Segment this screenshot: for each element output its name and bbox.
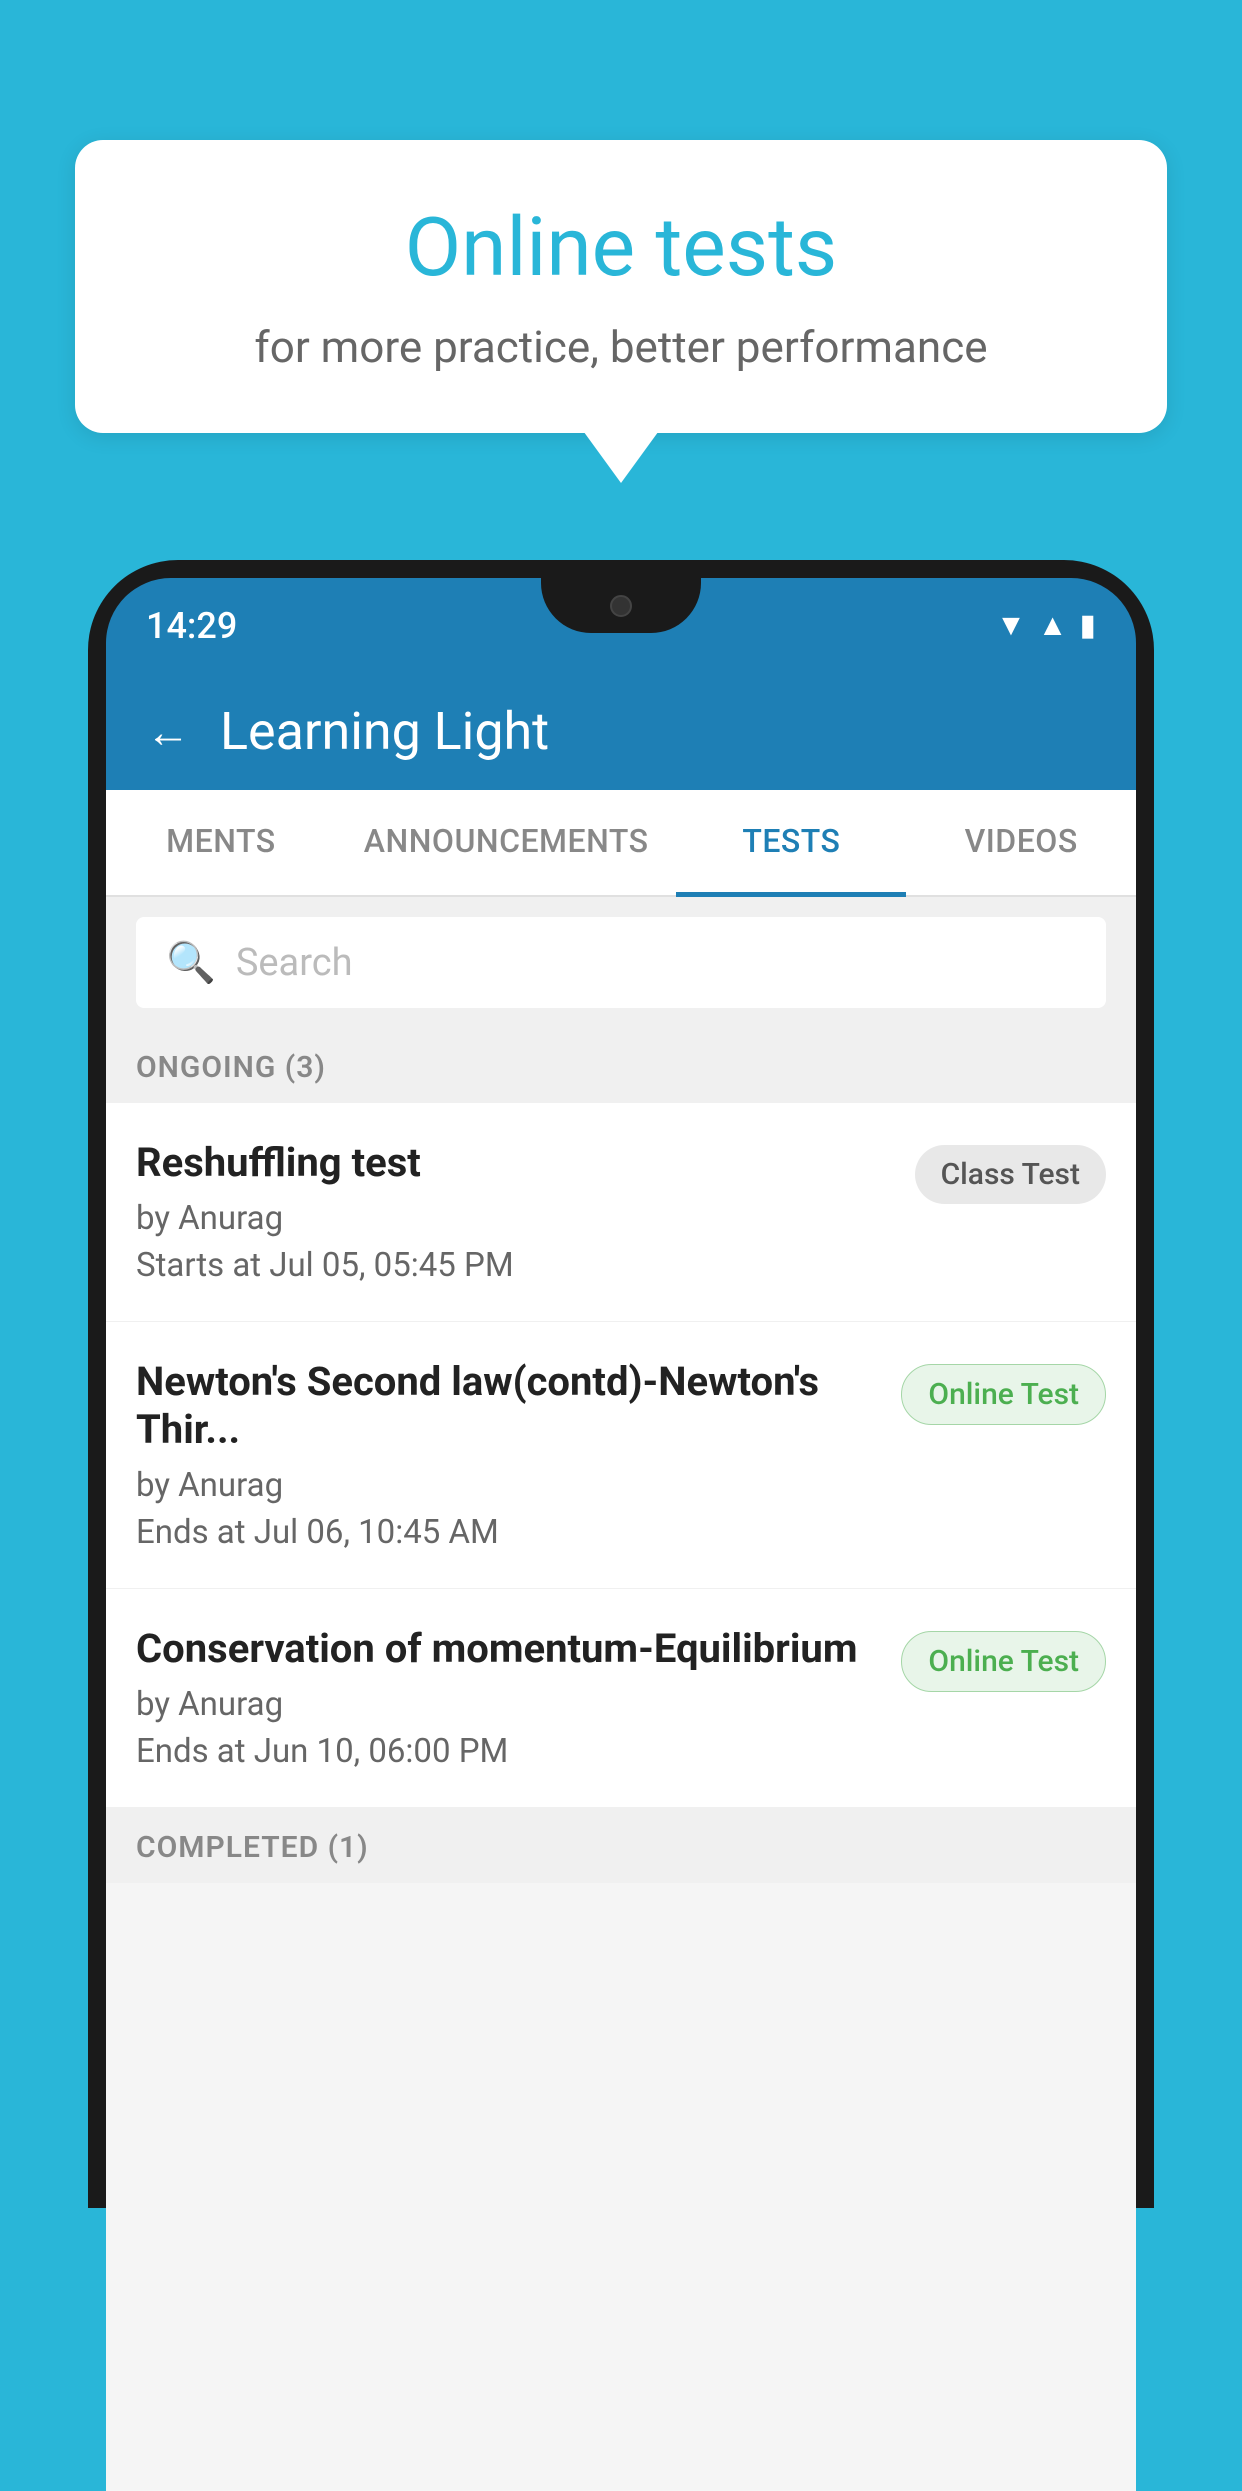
test-item[interactable]: Newton's Second law(contd)-Newton's Thir… [106,1322,1136,1589]
phone-outer: 14:29 ▼ ▲ ▮ ← Learning Light MENTS ANNOU… [88,560,1154,2208]
search-bar[interactable]: 🔍 Search [136,917,1106,1008]
tab-videos[interactable]: VIDEOS [906,790,1136,895]
speech-bubble-container: Online tests for more practice, better p… [75,140,1167,433]
speech-bubble-subtitle: for more practice, better performance [155,321,1087,373]
battery-icon: ▮ [1079,608,1096,643]
status-bar: 14:29 ▼ ▲ ▮ [106,578,1136,673]
test-badge-1: Class Test [915,1145,1106,1204]
test-badge-2: Online Test [901,1364,1106,1425]
search-placeholder: Search [236,941,353,985]
status-icons: ▼ ▲ ▮ [996,608,1096,643]
status-time: 14:29 [146,605,237,647]
search-icon: 🔍 [166,939,216,986]
tab-tests[interactable]: TESTS [676,790,906,897]
search-container: 🔍 Search [106,897,1136,1028]
test-name-1: Reshuffling test [136,1139,895,1187]
test-time-3: Ends at Jun 10, 06:00 PM [136,1732,881,1771]
ongoing-label: ONGOING (3) [136,1050,326,1085]
tab-ments[interactable]: MENTS [106,790,336,895]
test-item[interactable]: Reshuffling test by Anurag Starts at Jul… [106,1103,1136,1322]
back-button[interactable]: ← [146,710,190,754]
phone-screen: 🔍 Search ONGOING (3) Reshuffling test by… [106,897,1136,2491]
test-author-1: by Anurag [136,1199,895,1238]
speech-bubble-title: Online tests [155,200,1087,296]
test-info-3: Conservation of momentum-Equilibrium by … [136,1625,901,1771]
test-item[interactable]: Conservation of momentum-Equilibrium by … [106,1589,1136,1808]
tabs-bar: MENTS ANNOUNCEMENTS TESTS VIDEOS [106,790,1136,897]
completed-label: COMPLETED (1) [136,1830,369,1865]
speech-bubble: Online tests for more practice, better p… [75,140,1167,433]
signal-icon: ▲ [1038,608,1068,643]
test-badge-3: Online Test [901,1631,1106,1692]
test-info-2: Newton's Second law(contd)-Newton's Thir… [136,1358,901,1552]
wifi-icon: ▼ [996,608,1026,643]
test-info-1: Reshuffling test by Anurag Starts at Jul… [136,1139,915,1285]
tab-announcements[interactable]: ANNOUNCEMENTS [336,790,677,895]
test-name-2: Newton's Second law(contd)-Newton's Thir… [136,1358,881,1454]
test-time-2: Ends at Jul 06, 10:45 AM [136,1513,881,1552]
phone-wrapper: 14:29 ▼ ▲ ▮ ← Learning Light MENTS ANNOU… [88,560,1154,2208]
test-author-2: by Anurag [136,1466,881,1505]
app-header: ← Learning Light [106,673,1136,790]
test-name-3: Conservation of momentum-Equilibrium [136,1625,881,1673]
completed-section-header: COMPLETED (1) [106,1808,1136,1883]
app-title: Learning Light [220,701,549,762]
test-time-1: Starts at Jul 05, 05:45 PM [136,1246,895,1285]
phone-notch [541,578,701,633]
test-list: Reshuffling test by Anurag Starts at Jul… [106,1103,1136,1808]
camera-dot [610,595,632,617]
test-author-3: by Anurag [136,1685,881,1724]
ongoing-section-header: ONGOING (3) [106,1028,1136,1103]
